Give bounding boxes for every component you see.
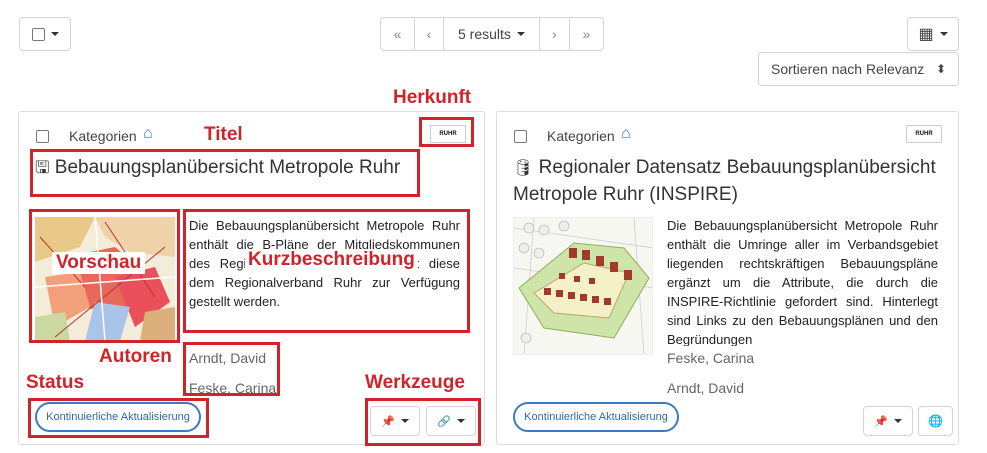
preview-image[interactable]	[513, 217, 653, 355]
caret-down-icon	[50, 32, 59, 36]
annotation-herkunft: Herkunft	[393, 87, 472, 108]
author-2[interactable]: Arndt, David	[667, 380, 744, 396]
home-icon[interactable]: ⌂	[143, 125, 153, 143]
annotation-kurzbeschreibung: Kurzbeschreibung	[245, 249, 418, 271]
view-mode-dropdown[interactable]: ▦	[907, 17, 959, 51]
next-page-button[interactable]: ›	[540, 18, 570, 50]
card-select-checkbox[interactable]	[514, 130, 527, 143]
annotation-vorschau: Vorschau	[52, 252, 146, 274]
caret-down-icon	[893, 419, 902, 423]
first-page-button[interactable]: «	[381, 18, 415, 50]
sort-select[interactable]: Sortieren nach Relevanz ⬍	[758, 52, 959, 86]
pagination: « ‹ 5 results › »	[380, 17, 604, 51]
status-badge[interactable]: Kontinuierliche Aktualisierung	[513, 402, 679, 432]
pin-dropdown-button[interactable]: 📌	[863, 406, 913, 436]
annotation-titel: Titel	[204, 124, 243, 145]
prev-page-button[interactable]: ‹	[415, 18, 444, 50]
card-title[interactable]: 🛢 Regionaler Datensatz Bebauungsplanüber…	[513, 155, 953, 208]
checkbox-icon	[31, 27, 45, 41]
annotation-box-werkzeuge	[365, 398, 481, 446]
card-description: Die Bebauungsplanübersicht Metropole Ruh…	[667, 218, 938, 346]
annotation-box-autoren	[183, 342, 280, 396]
annotation-box-status	[28, 398, 209, 438]
author-1[interactable]: Feske, Carina	[667, 350, 754, 366]
caret-down-icon	[516, 32, 525, 36]
grid-icon: ▦	[918, 26, 934, 43]
pin-icon: 📌	[874, 415, 888, 428]
annotation-box-vorschau	[29, 209, 180, 343]
annotation-autoren: Autoren	[99, 346, 172, 367]
database-icon: 🛢	[513, 160, 534, 177]
last-page-button[interactable]: »	[570, 18, 603, 50]
result-card-2: Kategorien ⌂ RUHR 🛢 Regionaler Datensatz…	[496, 111, 959, 445]
sort-icon: ⬍	[935, 62, 946, 76]
annotation-status: Status	[26, 372, 85, 393]
annotation-box-kurzbeschreibung	[183, 209, 470, 333]
category-label[interactable]: Kategorien	[69, 128, 137, 144]
home-icon[interactable]: ⌂	[621, 125, 631, 143]
annotation-box-herkunft	[419, 117, 474, 147]
caret-down-icon	[939, 32, 948, 36]
annotation-box-titel	[30, 149, 420, 197]
globe-icon: 🌐	[928, 414, 943, 428]
preview-plan-graphic	[514, 218, 652, 354]
annotation-werkzeuge: Werkzeuge	[365, 372, 465, 393]
category-label[interactable]: Kategorien	[547, 128, 615, 144]
results-dropdown[interactable]: 5 results	[444, 18, 540, 50]
card-select-checkbox[interactable]	[36, 130, 49, 143]
map-view-button[interactable]: 🌐	[918, 406, 953, 436]
ruhr-logo: RUHR	[906, 125, 942, 143]
select-all-dropdown[interactable]	[19, 17, 71, 51]
